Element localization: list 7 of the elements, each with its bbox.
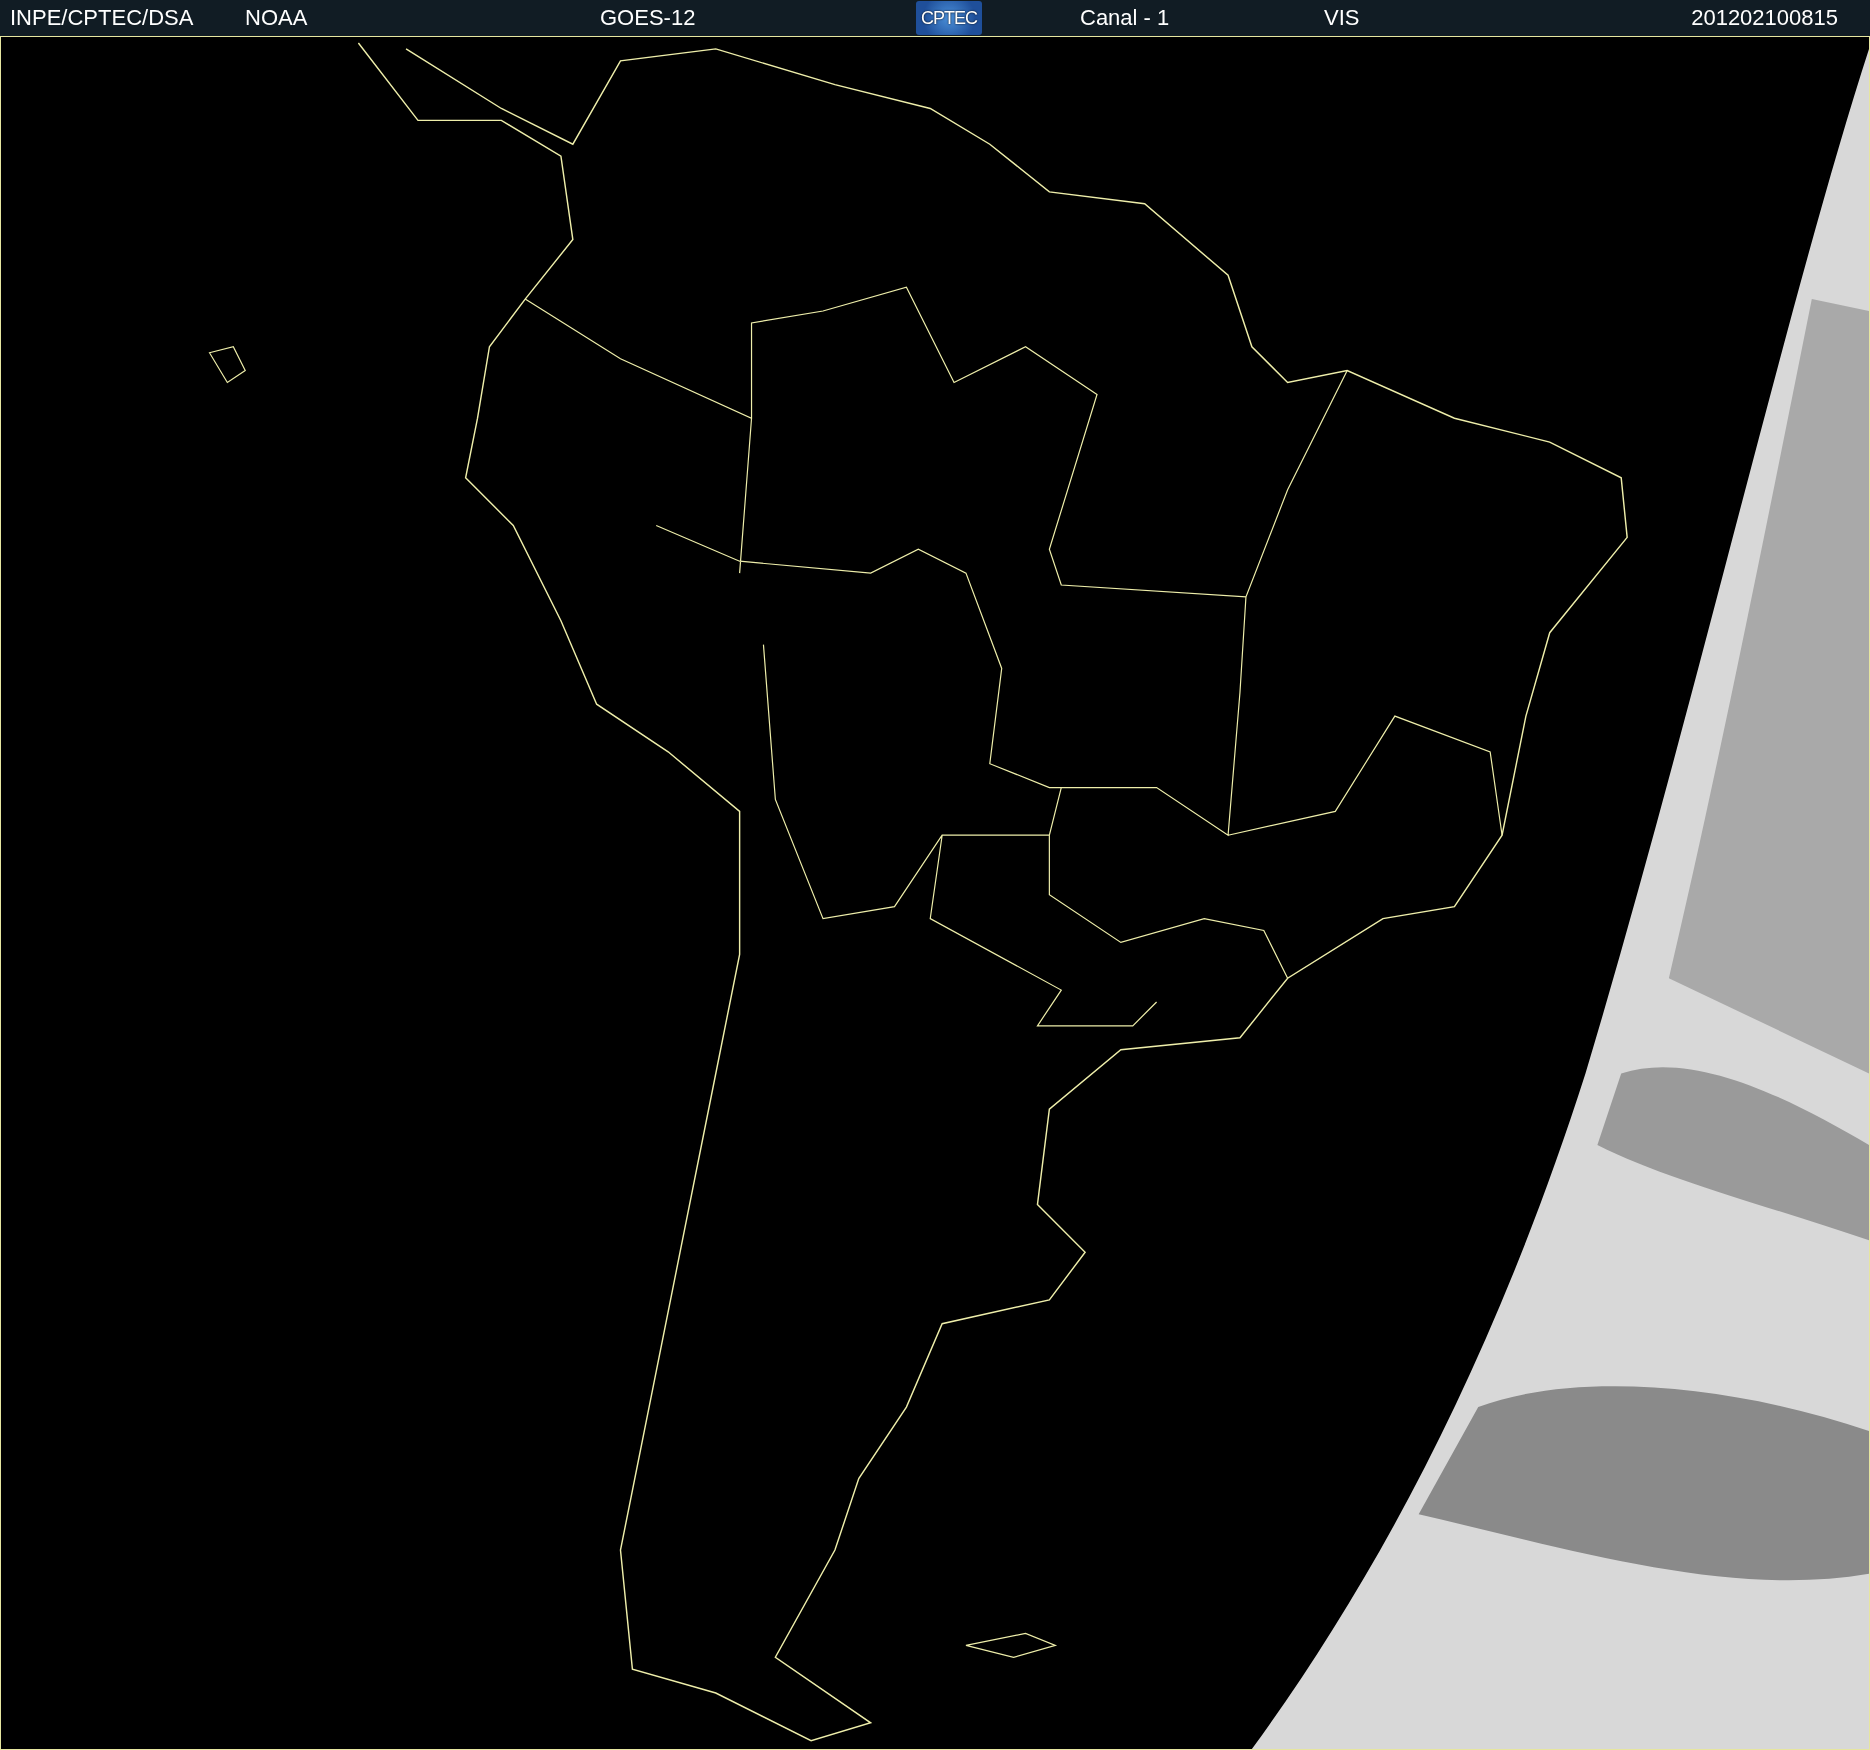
header-label: GOES-12	[600, 5, 696, 31]
header-label: Canal - 1	[1080, 5, 1170, 31]
logo: CPTEC	[916, 1, 982, 35]
header-label: 201202100815	[1691, 5, 1838, 31]
header-label: NOAA	[245, 5, 308, 31]
header-label: INPE/CPTEC/DSA	[10, 5, 194, 31]
header-label: VIS	[1324, 5, 1360, 31]
